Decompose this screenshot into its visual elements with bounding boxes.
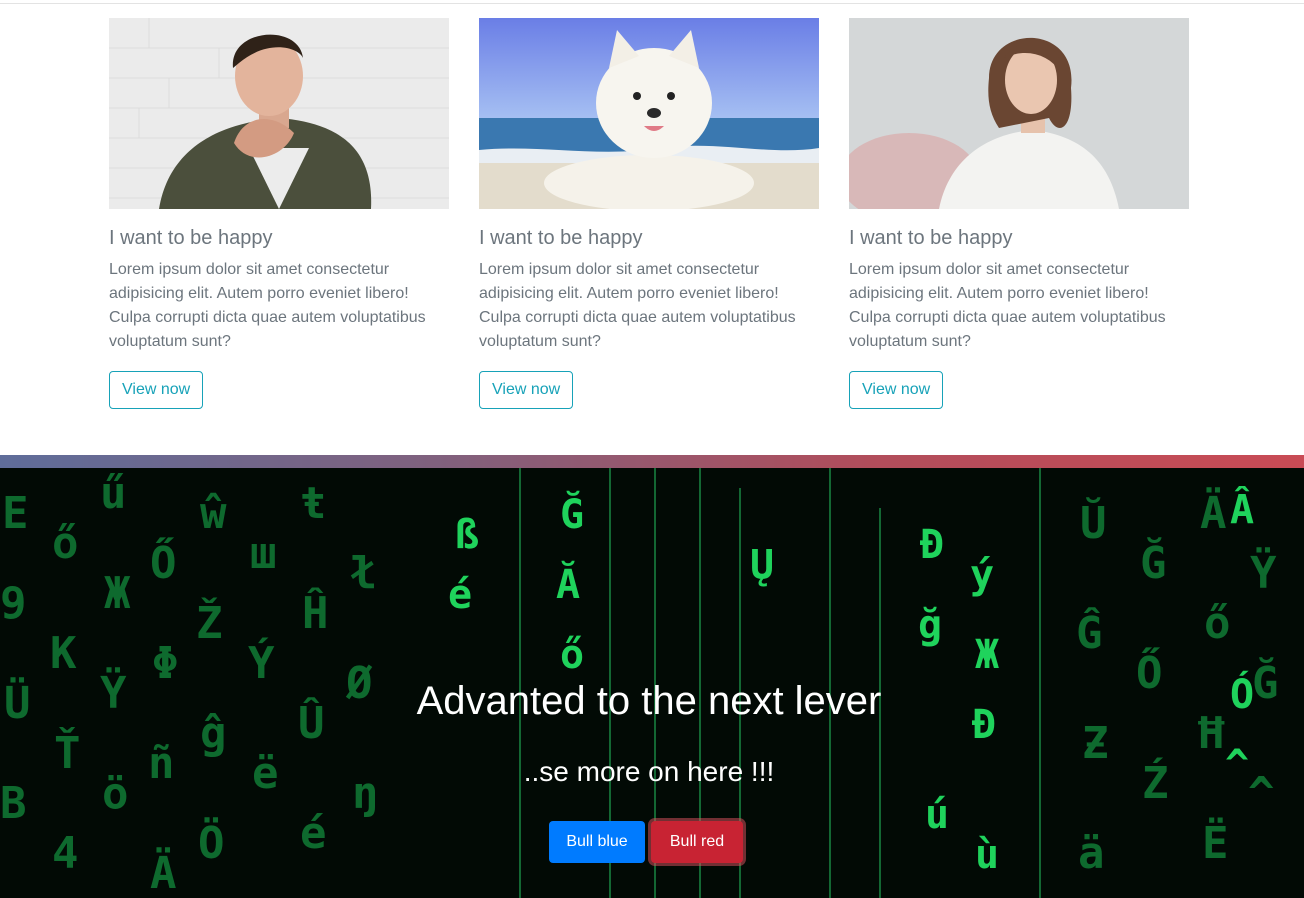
svg-text:Ğ: Ğ — [560, 490, 584, 538]
svg-text:ù: ù — [975, 832, 999, 878]
card-image-woman — [849, 18, 1189, 209]
svg-text:Ŭ: Ŭ — [1080, 496, 1107, 549]
svg-text:E: E — [2, 488, 29, 539]
hero-subtitle: ..se more on here !!! — [523, 756, 775, 787]
svg-text:ä: ä — [1078, 828, 1105, 879]
svg-text:Ų: Ų — [750, 542, 774, 588]
svg-text:Ĝ: Ĝ — [1076, 606, 1103, 659]
svg-text:Ä: Ä — [150, 846, 177, 898]
bull-red-button[interactable]: Bull red — [651, 821, 743, 863]
bull-blue-button[interactable]: Bull blue — [549, 821, 645, 863]
card-text: Lorem ipsum dolor sit amet consectetur a… — [479, 261, 796, 350]
svg-text:Ж: Ж — [104, 568, 131, 619]
svg-text:Ĥ: Ĥ — [302, 586, 329, 639]
card-2: I want to be happy Lorem ipsum dolor sit… — [479, 18, 819, 409]
svg-text:ŵ: ŵ — [200, 488, 227, 539]
card-section: I want to be happy Lorem ipsum dolor sit… — [0, 0, 1304, 455]
card-text: Lorem ipsum dolor sit amet consectetur a… — [109, 261, 426, 350]
svg-text:Ÿ: Ÿ — [1250, 546, 1277, 599]
svg-text:ý: ý — [970, 552, 994, 598]
card-title: I want to be happy — [849, 227, 1013, 249]
svg-text:ű: ű — [100, 468, 127, 519]
svg-text:K: K — [50, 628, 77, 679]
svg-text:ŧ: ŧ — [300, 478, 327, 529]
hero-section: E9ÜB őKŤ4 űЖŸö ŐΦñÄ ŵŽĝÖ шÝë ŧĤÛé łØŋ ŬĜ… — [0, 455, 1304, 898]
svg-text:ő: ő — [560, 632, 584, 678]
card-image-dog — [479, 18, 819, 209]
view-now-button[interactable]: View now — [109, 371, 204, 409]
svg-text:ß: ß — [455, 512, 479, 558]
svg-text:ш: ш — [250, 528, 277, 579]
card-title: I want to be happy — [479, 227, 643, 249]
card-image-man — [109, 18, 449, 209]
gradient-strip — [0, 455, 1304, 468]
svg-text:Ă: Ă — [556, 559, 580, 608]
svg-text:Ő: Ő — [150, 536, 177, 589]
svg-text:é: é — [300, 808, 327, 859]
svg-text:Ğ: Ğ — [1140, 536, 1167, 589]
view-now-button[interactable]: View now — [479, 371, 574, 409]
svg-text:ł: ł — [350, 548, 377, 599]
svg-text:Ð: Ð — [920, 522, 944, 568]
svg-text:é: é — [448, 572, 472, 618]
svg-text:Ä: Ä — [1200, 486, 1227, 539]
card-3: I want to be happy Lorem ipsum dolor sit… — [849, 18, 1189, 409]
svg-text:4: 4 — [52, 828, 79, 879]
svg-text:Â: Â — [1230, 485, 1254, 533]
card-1: I want to be happy Lorem ipsum dolor sit… — [109, 18, 449, 409]
svg-text:Ž: Ž — [196, 596, 223, 649]
view-now-button[interactable]: View now — [849, 371, 944, 409]
svg-text:ő: ő — [52, 518, 79, 569]
card-title: I want to be happy — [109, 227, 273, 249]
svg-text:Ë: Ë — [1202, 816, 1229, 869]
svg-text:Ж: Ж — [975, 632, 999, 678]
svg-text:ú: ú — [925, 792, 949, 838]
svg-text:9: 9 — [0, 578, 27, 629]
svg-text:ğ: ğ — [918, 602, 942, 648]
svg-text:Ö: Ö — [198, 816, 225, 869]
card-text: Lorem ipsum dolor sit amet consectetur a… — [849, 261, 1166, 350]
svg-text:ő: ő — [1204, 598, 1231, 649]
hero-title: Advanted to the next lever — [416, 679, 882, 723]
